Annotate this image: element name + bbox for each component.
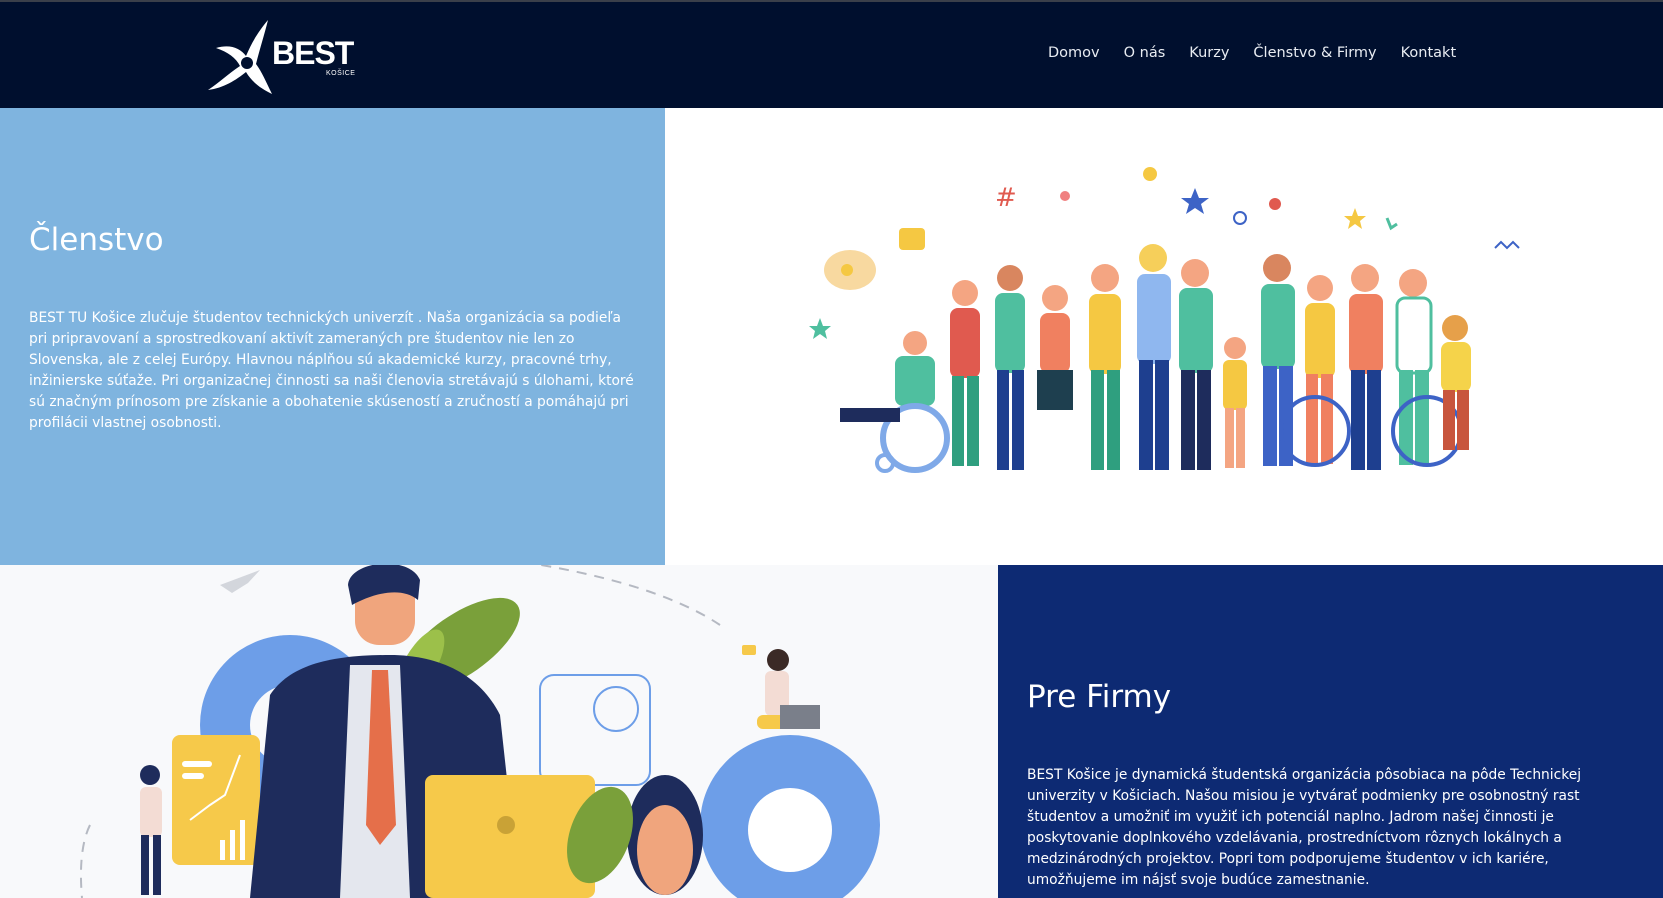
crowd-illustration: # bbox=[665, 108, 1663, 565]
membership-section: Členstvo BEST TU Košice zlučuje študento… bbox=[0, 108, 665, 565]
logo-city: KOŠICE bbox=[326, 70, 356, 77]
business-team-graphic bbox=[79, 565, 880, 898]
wheelchair-person bbox=[840, 331, 950, 473]
nav-item-clenstvo-firmy[interactable]: Členstvo & Firmy bbox=[1253, 45, 1376, 61]
best-logo[interactable]: BEST KOŠICE bbox=[206, 18, 366, 96]
crowd-illustration-graphic: # bbox=[809, 167, 1520, 473]
nav-item-domov[interactable]: Domov bbox=[1048, 45, 1100, 61]
crowd-people bbox=[950, 244, 1471, 470]
main-nav: Domov O nás Kurzy Členstvo & Firmy Konta… bbox=[1048, 45, 1480, 61]
site-header: BEST KOŠICE Domov O nás Kurzy Členstvo &… bbox=[0, 2, 1663, 108]
business-team-illustration bbox=[0, 565, 998, 898]
firms-text: BEST Košice je dynamická študentská orga… bbox=[1027, 767, 1582, 888]
firms-section: Pre Firmy BEST Košice je dynamická štude… bbox=[998, 565, 1663, 898]
firms-title: Pre Firmy bbox=[1027, 679, 1172, 715]
nav-item-kurzy[interactable]: Kurzy bbox=[1189, 45, 1229, 61]
membership-text: BEST TU Košice zlučuje študentov technic… bbox=[29, 310, 634, 431]
nav-item-o-nas[interactable]: O nás bbox=[1124, 45, 1166, 61]
svg-text:#: # bbox=[995, 183, 1017, 213]
nav-item-kontakt[interactable]: Kontakt bbox=[1401, 45, 1457, 61]
best-logo-icon bbox=[208, 20, 272, 94]
membership-title: Členstvo bbox=[29, 222, 164, 258]
logo-wordmark: BEST bbox=[272, 35, 354, 71]
